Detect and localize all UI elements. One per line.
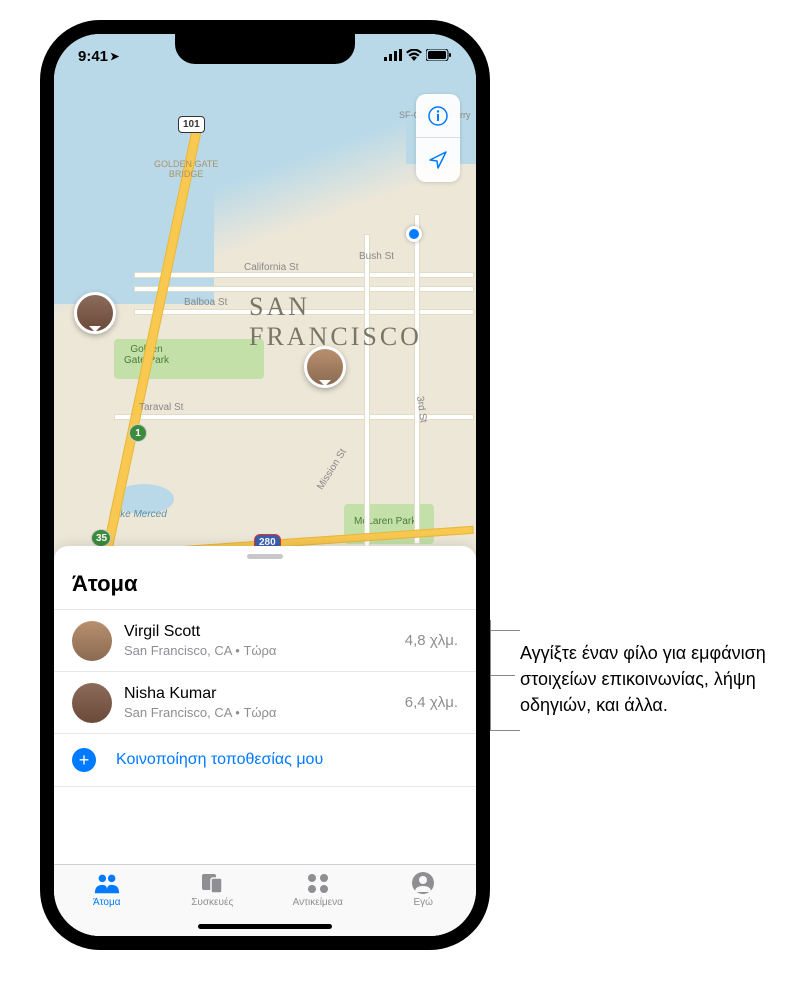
tab-items-label: Αντικείμενα	[293, 897, 343, 908]
battery-icon	[426, 48, 452, 65]
street-third: 3rd St	[414, 396, 429, 424]
street-balboa: Balboa St	[184, 297, 227, 308]
share-location-button[interactable]: + Κοινοποίηση τοποθεσίας μου	[54, 733, 476, 787]
callout-text: Αγγίξτε έναν φίλο για εμφάνιση στοιχείων…	[520, 640, 790, 718]
tab-people[interactable]: Άτομα	[54, 865, 160, 936]
badge-ca35: 35	[91, 529, 111, 547]
signal-icon	[384, 48, 402, 65]
notch	[175, 34, 355, 64]
map-pin-virgil[interactable]	[304, 346, 346, 388]
phone-screen: 9:41 ➤ Lake Merced	[54, 34, 476, 936]
tab-devices-label: Συσκευές	[191, 897, 233, 908]
info-button[interactable]	[416, 94, 460, 138]
person-distance: 4,8 χλμ.	[405, 632, 458, 649]
person-subtitle: San Francisco, CA • Τώρα	[124, 643, 405, 658]
sheet-grabber[interactable]	[247, 554, 283, 559]
tab-me-label: Εγώ	[414, 897, 433, 908]
golden-gate-bridge-label: GOLDEN GATE BRIDGE	[154, 159, 218, 179]
person-name: Nisha Kumar	[124, 685, 405, 703]
map-controls	[416, 94, 460, 182]
location-arrow-icon: ➤	[110, 50, 119, 63]
people-list: Virgil Scott San Francisco, CA • Τώρα 4,…	[54, 609, 476, 864]
avatar	[72, 621, 112, 661]
avatar	[72, 683, 112, 723]
people-icon	[93, 871, 121, 895]
person-subtitle: San Francisco, CA • Τώρα	[124, 705, 405, 720]
street-bush: Bush St	[359, 251, 394, 262]
map-pin-nisha[interactable]	[74, 292, 116, 334]
street-mission: Mission St	[315, 447, 349, 492]
list-item[interactable]: Nisha Kumar San Francisco, CA • Τώρα 6,4…	[54, 671, 476, 733]
plus-icon: +	[72, 748, 96, 772]
status-time: 9:41	[78, 48, 108, 65]
badge-us101: 101	[178, 116, 205, 133]
list-item[interactable]: Virgil Scott San Francisco, CA • Τώρα 4,…	[54, 609, 476, 671]
badge-ca1: 1	[129, 424, 147, 442]
sheet-title: Άτομα	[54, 565, 476, 609]
items-icon	[304, 871, 332, 895]
person-name: Virgil Scott	[124, 623, 405, 641]
street-california: California St	[244, 262, 298, 273]
tab-people-label: Άτομα	[93, 897, 121, 908]
my-location-dot[interactable]	[406, 226, 422, 242]
tab-me[interactable]: Εγώ	[371, 865, 477, 936]
wifi-icon	[406, 48, 422, 65]
city-label: San Francisco	[249, 292, 476, 352]
devices-icon	[198, 871, 226, 895]
me-icon	[409, 871, 437, 895]
home-indicator[interactable]	[198, 924, 332, 929]
share-location-label: Κοινοποίηση τοποθεσίας μου	[116, 751, 323, 769]
street-taraval: Taraval St	[139, 402, 183, 413]
bottom-sheet: Άτομα Virgil Scott San Francisco, CA • Τ…	[54, 546, 476, 936]
locate-button[interactable]	[416, 138, 460, 182]
map-view[interactable]: Lake Merced Golden Gate Park McLaren Par…	[54, 34, 476, 589]
person-distance: 6,4 χλμ.	[405, 694, 458, 711]
phone-frame: 9:41 ➤ Lake Merced	[40, 20, 490, 950]
